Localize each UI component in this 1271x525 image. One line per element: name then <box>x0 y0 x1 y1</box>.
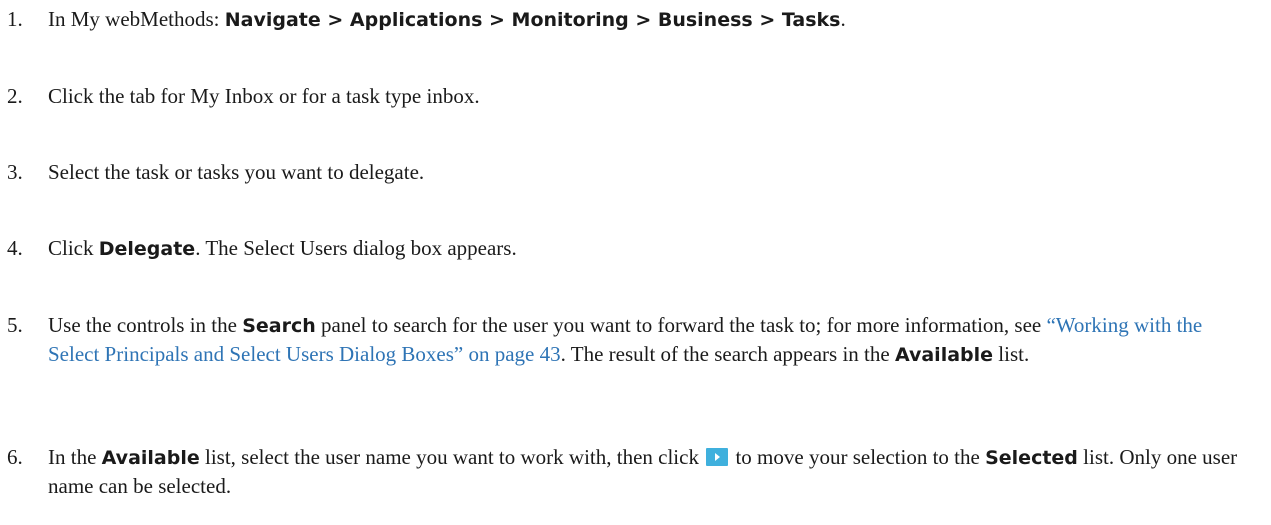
text: . The result of the search appears in th… <box>560 342 895 366</box>
search-panel-label: Search <box>242 315 316 337</box>
step-number: 5. <box>7 313 23 337</box>
navigation-path: Navigate > Applications > Monitoring > B… <box>224 9 841 31</box>
step-4: 4. Click Delegate. The Select Users dial… <box>7 234 1257 263</box>
step-text: Select the task or tasks you want to del… <box>48 160 425 184</box>
text: . <box>840 7 846 31</box>
selected-list-label: Selected <box>985 447 1078 469</box>
available-list-label: Available <box>101 447 200 469</box>
step-5: 5. Use the controls in the Search panel … <box>7 311 1257 369</box>
step-number: 3. <box>7 160 23 184</box>
text: to move your selection to the <box>730 445 986 469</box>
step-3: 3. Select the task or tasks you want to … <box>7 158 1257 186</box>
text: panel to search for the user you want to… <box>315 313 1047 337</box>
step-text: Click the tab for My Inbox or for a task… <box>48 84 480 108</box>
delegate-label: Delegate <box>98 238 196 260</box>
text: list. <box>993 342 1030 366</box>
step-text: In the Available list, select the user n… <box>48 443 1257 500</box>
step-number: 2. <box>7 84 23 108</box>
text: In My webMethods: <box>48 7 225 31</box>
text: list, select the user name you want to w… <box>199 445 705 469</box>
procedure-document: 1. In My webMethods: Navigate > Applicat… <box>0 0 1271 525</box>
step-text: In My webMethods: Navigate > Application… <box>48 5 1257 34</box>
step-number: 4. <box>7 236 23 260</box>
text: In the <box>48 445 102 469</box>
text: . The Select Users dialog box appears. <box>195 236 517 260</box>
step-text: Click Delegate. The Select Users dialog … <box>48 234 1257 263</box>
step-number: 1. <box>7 7 23 31</box>
step-6: 6. In the Available list, select the use… <box>7 443 1257 500</box>
available-list-label: Available <box>894 344 994 366</box>
move-right-arrow-icon <box>706 448 729 466</box>
step-number: 6. <box>7 445 23 469</box>
text: Click <box>48 236 99 260</box>
step-text: Use the controls in the Search panel to … <box>48 311 1257 369</box>
step-1: 1. In My webMethods: Navigate > Applicat… <box>7 5 1257 34</box>
text: Use the controls in the <box>48 313 243 337</box>
step-2: 2. Click the tab for My Inbox or for a t… <box>7 82 1257 110</box>
